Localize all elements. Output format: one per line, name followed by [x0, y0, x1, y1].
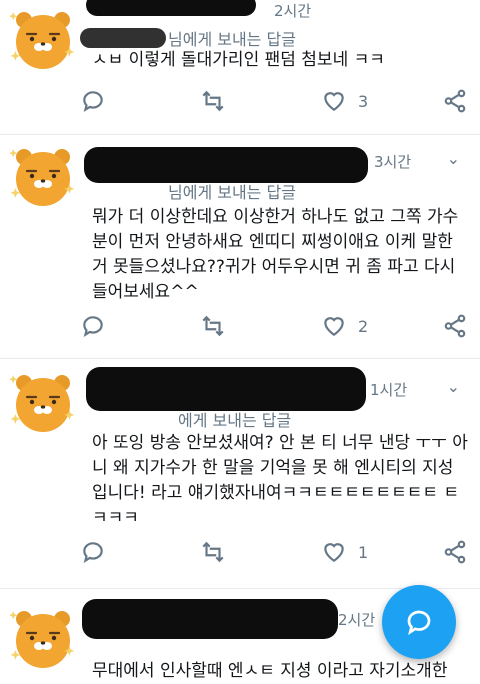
- timestamp: 1시간: [370, 381, 408, 399]
- compose-reply-button[interactable]: [382, 585, 456, 659]
- avatar[interactable]: [10, 369, 76, 435]
- reply-to-line: 에게 보내는 답글: [178, 407, 291, 431]
- share-button[interactable]: [442, 313, 468, 339]
- chevron-down-icon[interactable]: ⌄: [447, 149, 460, 168]
- compose-reply-icon: [407, 610, 431, 635]
- tweet-header: 1시간 ⌄: [92, 377, 470, 403]
- timestamp: 2시간: [338, 611, 376, 629]
- like-count: 2: [358, 316, 369, 336]
- share-icon: [444, 314, 466, 338]
- like-button[interactable]: 2: [320, 313, 368, 339]
- reply-to-label: 님에게 보내는 답글: [168, 30, 296, 49]
- tweet-header: 2시간: [92, 0, 470, 24]
- comment-bubble-icon: [83, 316, 103, 338]
- action-bar: 2: [80, 313, 470, 343]
- share-icon: [444, 540, 466, 564]
- tweet-text: ㅅㅂ 이렇게 돌대가리인 팬덤 첨보네 ㅋㅋ: [92, 50, 385, 70]
- like-button[interactable]: 1: [320, 539, 368, 565]
- ryan-avatar-icon: [10, 143, 76, 209]
- ryan-avatar-icon: [10, 369, 76, 435]
- reply-to-label: 님에게 보내는 답글: [168, 183, 296, 202]
- tweet-text: 무대에서 인사할때 엔ㅅㅌ 지셩 이라고 자기소개한: [92, 661, 448, 681]
- avatar[interactable]: [10, 143, 76, 209]
- like-button[interactable]: 3: [320, 88, 368, 114]
- tweet-text: 뭐가 더 이상한데요 이상한거 하나도 없고 그쪽 가수분이 먼저 안녕하새요 …: [92, 207, 459, 302]
- reply-button[interactable]: [80, 313, 106, 339]
- timestamp: 3시간: [374, 153, 412, 171]
- retweet-icon: [202, 90, 224, 112]
- ryan-avatar-icon: [10, 6, 76, 72]
- share-icon: [444, 89, 466, 113]
- reply-button[interactable]: [80, 88, 106, 114]
- tweet[interactable]: 3시간 ⌄ 님에게 보내는 답글 뭐가 더 이상한데요 이상한거 하나도 없고 …: [0, 135, 480, 357]
- tweet-text: 아 또잉 방송 안보셨새여? 안 본 티 너무 낸당 ㅜㅜ 아니 왜 지가수가 …: [92, 433, 468, 528]
- tweet-header: 3시간 ⌄: [92, 149, 470, 175]
- chevron-down-icon[interactable]: ⌄: [447, 377, 460, 396]
- action-bar: 3: [80, 88, 470, 118]
- avatar[interactable]: [10, 605, 76, 671]
- heart-icon: [324, 543, 344, 562]
- timestamp: 2시간: [274, 2, 312, 20]
- reply-to-line: 님에게 보내는 답글: [168, 26, 296, 50]
- retweet-icon: [202, 315, 224, 337]
- heart-icon: [324, 317, 344, 336]
- tweet[interactable]: 1시간 ⌄ 에게 보내는 답글 아 또잉 방송 안보셨새여? 안 본 티 너무 …: [0, 359, 480, 587]
- ryan-avatar-icon: [10, 605, 76, 671]
- heart-icon: [324, 92, 344, 111]
- comment-bubble-icon: [83, 91, 103, 113]
- reply-button[interactable]: [80, 539, 106, 565]
- share-button[interactable]: [442, 539, 468, 565]
- retweet-button[interactable]: [200, 539, 226, 565]
- avatar[interactable]: [10, 6, 76, 72]
- retweet-button[interactable]: [200, 313, 226, 339]
- comment-bubble-icon: [83, 542, 103, 564]
- reply-to-line: 님에게 보내는 답글: [168, 179, 296, 203]
- like-count: 3: [358, 91, 369, 111]
- retweet-icon: [202, 541, 224, 563]
- tweet[interactable]: 2시간 님에게 보내는 답글 ㅅㅂ 이렇게 돌대가리인 팬덤 첨보네 ㅋㅋ 3: [0, 0, 480, 134]
- share-button[interactable]: [442, 88, 468, 114]
- like-count: 1: [358, 542, 369, 562]
- retweet-button[interactable]: [200, 88, 226, 114]
- action-bar: 1: [80, 539, 470, 569]
- reply-to-label: 에게 보내는 답글: [178, 411, 292, 430]
- redacted-handle: [80, 28, 166, 48]
